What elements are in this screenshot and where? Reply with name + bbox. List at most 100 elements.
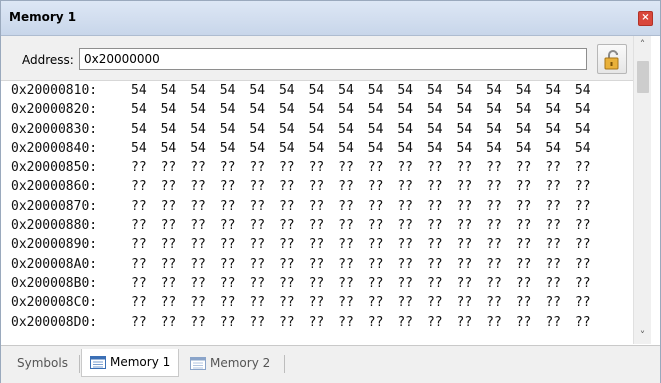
byte-cell[interactable]: 54 <box>368 81 398 100</box>
byte-cell[interactable]: ?? <box>545 235 575 254</box>
byte-cell[interactable]: ?? <box>397 255 427 274</box>
byte-cell[interactable]: ?? <box>190 197 220 216</box>
byte-cell[interactable]: ?? <box>545 293 575 312</box>
byte-cell[interactable]: ?? <box>338 158 368 177</box>
byte-cell[interactable]: 54 <box>338 100 368 119</box>
byte-cell[interactable]: ?? <box>397 235 427 254</box>
byte-cell[interactable]: ?? <box>575 235 605 254</box>
byte-cell[interactable]: ?? <box>486 274 516 293</box>
byte-cell[interactable]: ?? <box>249 293 279 312</box>
byte-cell[interactable]: ?? <box>279 177 309 196</box>
byte-cell[interactable]: 54 <box>516 81 546 100</box>
byte-cell[interactable]: ?? <box>161 197 191 216</box>
tab-symbols[interactable]: Symbols <box>17 350 68 376</box>
byte-cell[interactable]: ?? <box>368 216 398 235</box>
byte-cell[interactable]: ?? <box>486 313 516 332</box>
memory-row[interactable]: 0x20000890:?????????????????????????????… <box>1 235 633 254</box>
byte-cell[interactable]: ?? <box>161 255 191 274</box>
byte-cell[interactable]: ?? <box>338 235 368 254</box>
memory-row[interactable]: 0x20000840: 54 54 54 54 54 54 54 54 54 54 54 54 54 54 5… <box>1 139 633 158</box>
byte-cell[interactable]: 54 <box>131 81 161 100</box>
byte-cell[interactable]: ?? <box>516 216 546 235</box>
byte-cell[interactable]: ?? <box>575 158 605 177</box>
byte-cell[interactable]: ?? <box>279 197 309 216</box>
lock-button[interactable] <box>597 44 627 74</box>
byte-cell[interactable]: 54 <box>575 139 605 158</box>
byte-cell[interactable]: ?? <box>279 158 309 177</box>
byte-cell[interactable]: ?? <box>279 235 309 254</box>
byte-cell[interactable]: ?? <box>427 293 457 312</box>
byte-cell[interactable]: ?? <box>575 177 605 196</box>
memory-dump-view[interactable]: 0x20000810: 54 54 54 54 54 54 54 54 54 54 54 54 54 54 5… <box>1 81 633 344</box>
byte-cell[interactable]: ?? <box>309 197 339 216</box>
byte-cell[interactable]: 54 <box>457 120 487 139</box>
byte-cell[interactable]: 54 <box>279 81 309 100</box>
byte-cell[interactable]: ?? <box>486 177 516 196</box>
byte-cell[interactable]: 54 <box>545 120 575 139</box>
byte-cell[interactable]: ?? <box>427 313 457 332</box>
byte-cell[interactable]: ?? <box>368 293 398 312</box>
byte-cell[interactable]: ?? <box>220 235 250 254</box>
byte-cell[interactable]: ?? <box>190 313 220 332</box>
byte-cell[interactable]: ?? <box>338 255 368 274</box>
byte-cell[interactable]: 54 <box>427 100 457 119</box>
byte-cell[interactable]: 54 <box>545 81 575 100</box>
byte-cell[interactable]: 54 <box>368 100 398 119</box>
byte-cell[interactable]: ?? <box>545 177 575 196</box>
memory-row[interactable]: 0x20000880:?????????????????????????????… <box>1 216 633 235</box>
byte-cell[interactable]: ?? <box>249 274 279 293</box>
memory-row[interactable]: 0x20000810: 54 54 54 54 54 54 54 54 54 54 54 54 54 54 5… <box>1 81 633 100</box>
byte-cell[interactable]: ?? <box>131 293 161 312</box>
byte-cell[interactable]: ?? <box>486 216 516 235</box>
byte-cell[interactable]: ?? <box>516 255 546 274</box>
byte-cell[interactable]: 54 <box>190 120 220 139</box>
byte-cell[interactable]: 54 <box>249 81 279 100</box>
byte-cell[interactable]: ?? <box>397 177 427 196</box>
byte-cell[interactable]: ?? <box>368 177 398 196</box>
byte-cell[interactable]: ?? <box>309 158 339 177</box>
byte-cell[interactable]: ?? <box>161 216 191 235</box>
byte-cell[interactable]: ?? <box>131 216 161 235</box>
byte-cell[interactable]: ?? <box>368 274 398 293</box>
byte-cell[interactable]: ?? <box>131 255 161 274</box>
byte-cell[interactable]: 54 <box>279 100 309 119</box>
byte-cell[interactable]: 54 <box>190 81 220 100</box>
byte-cell[interactable]: 54 <box>338 139 368 158</box>
byte-cell[interactable]: ?? <box>220 274 250 293</box>
byte-cell[interactable]: ?? <box>575 313 605 332</box>
byte-cell[interactable]: 54 <box>249 100 279 119</box>
byte-cell[interactable]: ?? <box>397 293 427 312</box>
byte-cell[interactable]: ?? <box>457 235 487 254</box>
byte-cell[interactable]: 54 <box>397 139 427 158</box>
byte-cell[interactable]: ?? <box>397 313 427 332</box>
byte-cell[interactable]: ?? <box>427 197 457 216</box>
byte-cell[interactable]: 54 <box>220 120 250 139</box>
byte-cell[interactable]: ?? <box>279 274 309 293</box>
byte-cell[interactable]: ?? <box>338 274 368 293</box>
byte-cell[interactable]: 54 <box>457 100 487 119</box>
byte-cell[interactable]: 54 <box>545 139 575 158</box>
address-input[interactable] <box>79 48 587 70</box>
byte-cell[interactable]: ?? <box>397 216 427 235</box>
byte-cell[interactable]: ?? <box>486 158 516 177</box>
byte-cell[interactable]: ?? <box>161 158 191 177</box>
byte-cell[interactable]: ?? <box>249 235 279 254</box>
byte-cell[interactable]: ?? <box>545 216 575 235</box>
byte-cell[interactable]: ?? <box>161 235 191 254</box>
byte-cell[interactable]: ?? <box>545 158 575 177</box>
vertical-scrollbar[interactable]: ˄ ˅ <box>633 36 651 344</box>
byte-cell[interactable]: ?? <box>161 293 191 312</box>
title-bar[interactable]: Memory 1 × <box>1 1 660 36</box>
byte-cell[interactable]: ?? <box>309 313 339 332</box>
byte-cell[interactable]: 54 <box>131 100 161 119</box>
byte-cell[interactable]: ?? <box>486 197 516 216</box>
byte-cell[interactable]: 54 <box>190 100 220 119</box>
byte-cell[interactable]: ?? <box>309 274 339 293</box>
byte-cell[interactable]: ?? <box>545 274 575 293</box>
byte-cell[interactable]: 54 <box>131 120 161 139</box>
byte-cell[interactable]: 54 <box>161 139 191 158</box>
tab-memory-1[interactable]: Memory 1 <box>81 349 180 377</box>
byte-cell[interactable]: ?? <box>368 235 398 254</box>
byte-cell[interactable]: 54 <box>161 100 191 119</box>
byte-cell[interactable]: ?? <box>486 235 516 254</box>
